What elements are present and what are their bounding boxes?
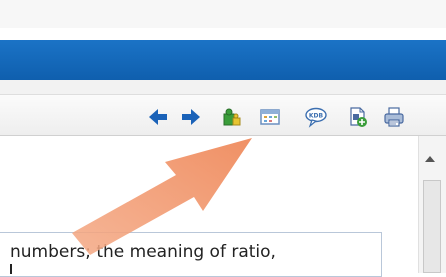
back-arrow-icon[interactable] — [147, 106, 169, 128]
table-icon[interactable] — [259, 106, 281, 128]
scroll-thumb[interactable] — [423, 180, 441, 273]
toolbar: KDB — [0, 94, 446, 136]
header-strip — [0, 80, 446, 94]
text-box: numbers; the meaning of ratio, — [0, 232, 382, 277]
kdb-label: KDB — [309, 113, 324, 120]
document-add-icon[interactable] — [347, 106, 369, 128]
printer-icon[interactable] — [383, 106, 405, 128]
top-gap — [0, 28, 446, 40]
content-text: numbers; the meaning of ratio, — [10, 242, 276, 262]
header-banner — [0, 40, 446, 80]
vertical-scrollbar[interactable] — [418, 136, 446, 273]
forward-arrow-icon[interactable] — [180, 106, 202, 128]
puzzle-icon[interactable] — [221, 106, 243, 128]
scroll-up-arrow-icon[interactable] — [425, 156, 435, 162]
kdb-speech-icon[interactable]: KDB — [305, 106, 327, 128]
top-bar — [0, 0, 446, 28]
